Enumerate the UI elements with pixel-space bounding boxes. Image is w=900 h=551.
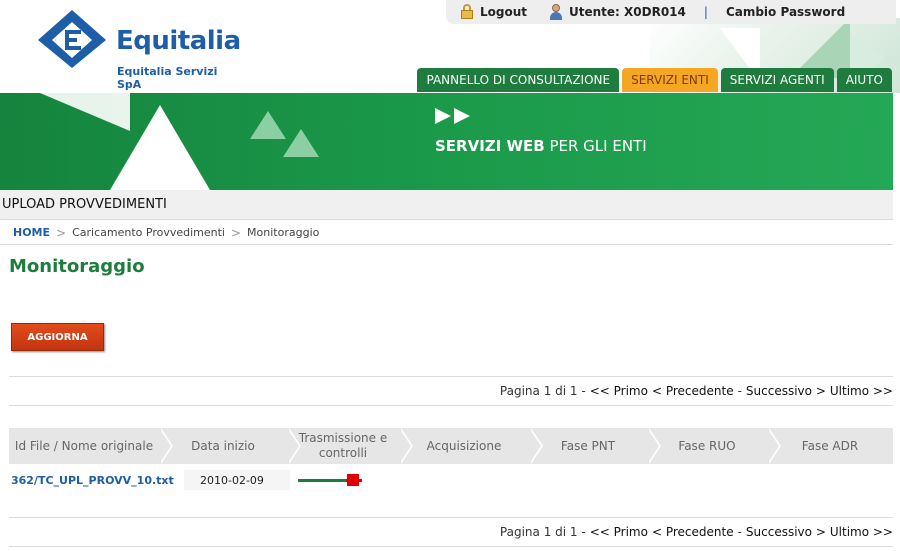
process-steps-header: Id File / Nome originale Data inizio Tra… — [9, 428, 893, 464]
refresh-button[interactable]: AGGIORNA — [11, 323, 104, 351]
change-password-link[interactable]: Cambio Password — [726, 5, 845, 19]
file-link[interactable]: 362/TC_UPL_PROVV_10.txt — [9, 474, 184, 487]
lock-icon — [460, 4, 474, 20]
logo-title: Equitalia — [116, 26, 241, 56]
step-data-inizio: Data inizio — [159, 428, 301, 464]
services-banner: SERVIZI WEB PER GLI ENTI — [0, 93, 893, 190]
banner-title: SERVIZI WEB PER GLI ENTI — [435, 137, 647, 155]
user-label: Utente: X0DR014 — [569, 5, 686, 19]
pager-last[interactable]: Ultimo >> — [830, 525, 893, 539]
user-icon — [549, 4, 563, 20]
pager-prev[interactable]: < Precedente — [652, 525, 734, 539]
main-nav: PANNELLO DI CONSULTAZIONE SERVIZI ENTI S… — [417, 68, 892, 92]
breadcrumb-monitoraggio: Monitoraggio — [247, 226, 320, 239]
logout-link[interactable]: Logout — [460, 4, 527, 20]
header: Logout Utente: X0DR014 | Cambio Password… — [0, 0, 900, 93]
tab-servizi-agenti[interactable]: SERVIZI AGENTI — [720, 68, 834, 92]
pager-info: Pagina 1 di 1 - — [499, 384, 586, 398]
pager-top: Pagina 1 di 1 - << Primo < Precedente - … — [9, 376, 893, 406]
pager-dash: - — [737, 384, 742, 398]
breadcrumb-home[interactable]: HOME — [13, 226, 50, 239]
pager-next[interactable]: Successivo > — [746, 384, 826, 398]
step-id-file: Id File / Nome originale — [9, 428, 173, 464]
pager-next[interactable]: Successivo > — [746, 525, 826, 539]
breadcrumb-caricamento[interactable]: Caricamento Provvedimenti — [72, 226, 225, 239]
step-trasmissione: Trasmissione e controlli — [287, 428, 413, 464]
section-title: UPLOAD PROVVEDIMENTI — [0, 190, 893, 220]
play-arrows-icon — [435, 108, 470, 124]
pager-bottom: Pagina 1 di 1 - << Primo < Precedente - … — [9, 517, 893, 547]
step-fase-pnt: Fase PNT — [529, 428, 661, 464]
logo-subtitle: Equitalia Servizi SpA — [117, 65, 218, 91]
pager-last[interactable]: Ultimo >> — [830, 384, 893, 398]
pager-dash: - — [737, 525, 742, 539]
pager-prev[interactable]: < Precedente — [652, 384, 734, 398]
pager-info: Pagina 1 di 1 - — [499, 525, 586, 539]
tab-servizi-enti[interactable]: SERVIZI ENTI — [622, 68, 718, 92]
step-fase-ruo: Fase RUO — [647, 428, 781, 464]
equitalia-logo-icon — [38, 10, 106, 68]
start-date: 2010-02-09 — [184, 470, 290, 490]
pager-first[interactable]: << Primo — [590, 384, 648, 398]
step-acquisizione: Acquisizione — [399, 428, 543, 464]
step-fase-adr: Fase ADR — [767, 428, 893, 464]
tab-pannello-consultazione[interactable]: PANNELLO DI CONSULTAZIONE — [417, 68, 620, 92]
tab-aiuto[interactable]: AIUTO — [836, 68, 892, 92]
chevron-right-icon: > — [230, 225, 242, 240]
toolbar-separator: | — [703, 5, 708, 19]
current-user: Utente: X0DR014 — [549, 4, 686, 20]
page-title: Monitoraggio — [9, 256, 145, 277]
breadcrumb: HOME > Caricamento Provvedimenti > Monit… — [0, 221, 893, 245]
transmission-progress — [290, 470, 410, 490]
error-status-icon[interactable] — [347, 474, 359, 486]
chevron-right-icon: > — [56, 225, 67, 240]
table-row: 362/TC_UPL_PROVV_10.txt 2010-02-09 — [9, 468, 893, 492]
logout-label[interactable]: Logout — [480, 5, 527, 19]
progress-ok-segment — [298, 479, 346, 482]
user-toolbar: Logout Utente: X0DR014 | Cambio Password — [446, 0, 896, 24]
pager-first[interactable]: << Primo — [590, 525, 648, 539]
equitalia-logo[interactable]: Equitalia Equitalia Servizi SpA — [38, 10, 241, 91]
